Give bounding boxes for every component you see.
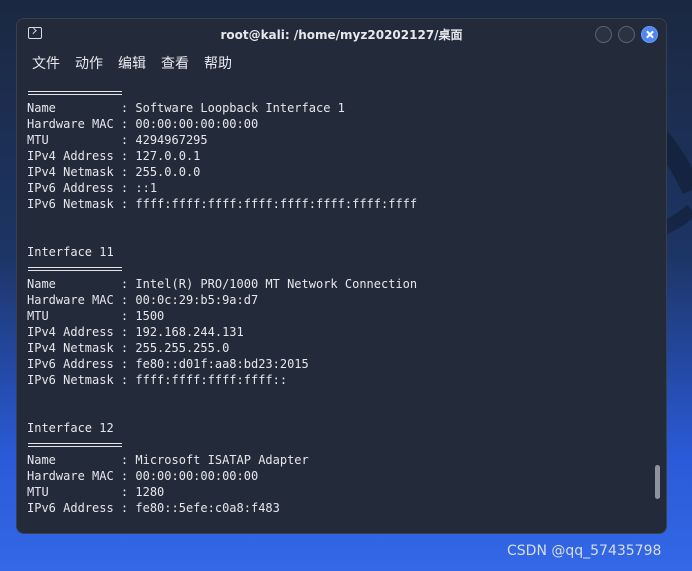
- terminal-line: Interface 11: [27, 245, 114, 259]
- maximize-button[interactable]: [618, 26, 635, 43]
- terminal-line: MTU : 1500: [27, 309, 165, 323]
- close-icon[interactable]: [641, 26, 658, 43]
- terminal-line: Name : Software Loopback Interface 1: [27, 101, 345, 115]
- terminal-output[interactable]: Name : Software Loopback Interface 1 Hard…: [27, 84, 646, 525]
- menu-action[interactable]: 动作: [75, 53, 103, 73]
- menu-view[interactable]: 查看: [161, 53, 189, 73]
- watermark: CSDN @qq_57435798: [507, 543, 662, 559]
- terminal-line: IPv6 Netmask : ffff:ffff:ffff:ffff:ffff:…: [27, 197, 418, 211]
- minimize-button[interactable]: [595, 26, 612, 43]
- terminal-line: Hardware MAC : 00:00:00:00:00:00: [27, 117, 259, 131]
- title-bar[interactable]: root@kali: /home/myz20202127/桌面: [17, 19, 666, 50]
- terminal-line: IPv4 Address : 127.0.0.1: [27, 149, 201, 163]
- menu-bar: 文件 动作 编辑 查看 帮助: [17, 50, 666, 76]
- terminal-line: Name : Intel(R) PRO/1000 MT Network Conn…: [27, 277, 418, 291]
- separator-rule: [27, 260, 646, 276]
- separator-rule: [27, 436, 646, 452]
- terminal-line: MTU : 4294967295: [27, 133, 208, 147]
- desktop: root@kali: /home/myz20202127/桌面 文件 动作 编辑…: [0, 0, 692, 571]
- terminal-line: IPv6 Address : fe80::5efe:c0a8:f483: [27, 501, 280, 515]
- scrollbar-thumb[interactable]: [655, 465, 660, 499]
- menu-file[interactable]: 文件: [32, 53, 60, 73]
- terminal-line: Name : Microsoft ISATAP Adapter: [27, 453, 309, 467]
- menu-help[interactable]: 帮助: [204, 53, 232, 73]
- menu-edit[interactable]: 编辑: [118, 53, 146, 73]
- terminal-line: IPv4 Netmask : 255.0.0.0: [27, 165, 201, 179]
- terminal-line: Hardware MAC : 00:00:00:00:00:00: [27, 469, 259, 483]
- window-title: root@kali: /home/myz20202127/桌面: [220, 28, 463, 42]
- terminal-line: IPv4 Address : 192.168.244.131: [27, 325, 244, 339]
- terminal-line: Hardware MAC : 00:0c:29:b5:9a:d7: [27, 293, 259, 307]
- separator-rule: [27, 84, 646, 100]
- terminal-line: IPv6 Address : fe80::d01f:aa8:bd23:2015: [27, 357, 309, 371]
- terminal-window: root@kali: /home/myz20202127/桌面 文件 动作 编辑…: [16, 18, 667, 534]
- terminal-line: IPv6 Address : ::1: [27, 181, 158, 195]
- terminal-line: IPv4 Netmask : 255.255.255.0: [27, 341, 230, 355]
- terminal-line: Interface 12: [27, 421, 114, 435]
- terminal-line: MTU : 1280: [27, 485, 165, 499]
- terminal-line: IPv6 Netmask : ffff:ffff:ffff:ffff::: [27, 373, 288, 387]
